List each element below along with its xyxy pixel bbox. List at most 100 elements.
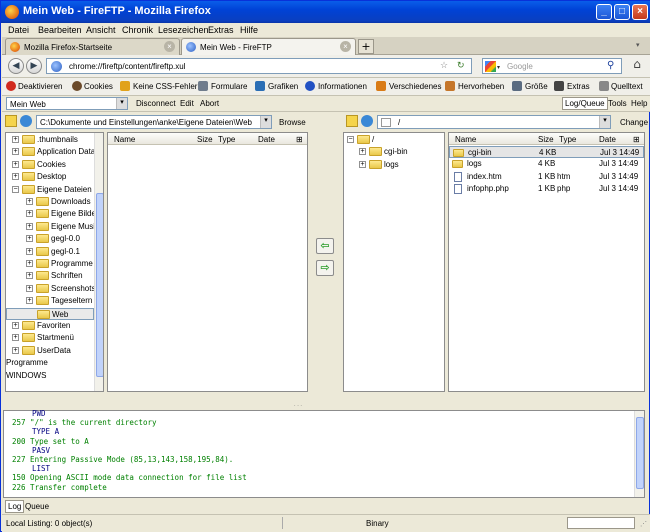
menu-hilfe[interactable]: Hilfe: [240, 25, 258, 35]
tree-item[interactable]: + Eigene Bilder: [6, 208, 99, 220]
col-type[interactable]: Type: [218, 135, 235, 144]
file-row[interactable]: cgi-bin 4 KB Jul 3 14:49: [449, 146, 644, 158]
close-tab-icon[interactable]: ×: [164, 41, 175, 52]
devbar-hervorheben[interactable]: Hervorheben: [458, 82, 504, 91]
devbar-css[interactable]: Keine CSS-Fehler: [133, 82, 197, 91]
tree-item[interactable]: + gegl-0.1: [6, 246, 94, 258]
expand-icon[interactable]: +: [26, 260, 33, 267]
expand-icon[interactable]: +: [359, 160, 366, 168]
tree-item[interactable]: Web: [6, 307, 94, 320]
forward-button[interactable]: ▶: [26, 58, 42, 74]
browse-button[interactable]: Browse: [279, 118, 306, 127]
expand-icon[interactable]: +: [12, 334, 19, 342]
devbar-grafiken[interactable]: Grafiken: [268, 82, 298, 91]
remote-refresh-icon[interactable]: [361, 115, 373, 127]
account-select[interactable]: Mein Web ▾: [6, 97, 128, 110]
tab-fireftp[interactable]: Mein Web - FireFTP ×: [181, 38, 356, 56]
tools-button[interactable]: Tools: [608, 99, 627, 108]
expand-icon[interactable]: +: [26, 222, 33, 230]
tree-item[interactable]: + logs: [344, 159, 444, 171]
maximize-button[interactable]: □: [614, 4, 630, 20]
abort-button[interactable]: Abort: [200, 99, 219, 108]
expand-icon[interactable]: +: [12, 148, 19, 156]
expand-icon[interactable]: +: [26, 198, 33, 205]
col-type[interactable]: Type: [559, 135, 576, 144]
tree-item[interactable]: − Eigene Dateien: [6, 184, 94, 196]
tree-item[interactable]: + Screenshots: [6, 283, 95, 295]
menu-lesezeichen[interactable]: Lesezeichen: [158, 25, 209, 35]
remote-path-input[interactable]: / ▾: [377, 115, 611, 129]
tree-item[interactable]: + Desktop: [6, 171, 94, 183]
expand-icon[interactable]: +: [26, 235, 33, 243]
tree-item[interactable]: + Tageseltern: [6, 295, 94, 307]
splitter-grip[interactable]: · · ·: [288, 403, 308, 409]
local-tree-scrollbar[interactable]: [94, 133, 103, 391]
tree-item[interactable]: + Cookies: [6, 159, 94, 171]
tree-item[interactable]: + cgi-bin: [344, 146, 444, 158]
tab-queue[interactable]: Queue: [23, 501, 51, 512]
expand-icon[interactable]: +: [12, 160, 19, 168]
close-button[interactable]: ×: [632, 4, 648, 20]
file-row[interactable]: infophp.php 1 KB php Jul 3 14:49: [449, 183, 644, 195]
reload-icon[interactable]: ↻: [457, 60, 465, 71]
devbar-formulare[interactable]: Formulare: [211, 82, 247, 91]
remote-file-list[interactable]: Name Size Type Date ⊞ cgi-bin 4 KB Jul 3 1…: [448, 132, 645, 392]
edit-button[interactable]: Edit: [180, 99, 194, 108]
col-name[interactable]: Name: [114, 135, 135, 144]
tree-item[interactable]: + Downloads: [6, 196, 94, 208]
devbar-cookies[interactable]: Cookies: [84, 82, 113, 91]
scroll-thumb[interactable]: [636, 417, 644, 489]
expand-icon[interactable]: +: [12, 136, 19, 143]
tab-log[interactable]: Log: [5, 500, 25, 513]
close-tab-icon[interactable]: ×: [340, 41, 351, 52]
minimize-button[interactable]: _: [596, 4, 612, 20]
column-picker-icon[interactable]: ⊞: [633, 135, 640, 144]
tree-item[interactable]: + UserData: [6, 345, 94, 357]
change-button[interactable]: Change: [620, 118, 648, 127]
log-queue-button[interactable]: Log/Queue: [562, 97, 608, 110]
expand-icon[interactable]: +: [359, 148, 366, 156]
bookmark-star-icon[interactable]: ☆: [440, 60, 448, 71]
local-path-input[interactable]: C:\Dokumente und Einstellungen\anke\Eige…: [36, 115, 272, 129]
expand-icon[interactable]: +: [12, 346, 19, 354]
col-size[interactable]: Size: [197, 135, 213, 144]
remote-folder-tree[interactable]: − / + cgi-bin + logs: [343, 132, 445, 392]
menu-extras[interactable]: Extras: [208, 25, 234, 35]
menu-chronik[interactable]: Chronik: [122, 25, 153, 35]
local-refresh-icon[interactable]: [20, 115, 32, 127]
home-icon[interactable]: ⌂: [628, 57, 646, 75]
tree-item[interactable]: + Favoriten: [6, 320, 94, 332]
tree-item[interactable]: + .thumbnails: [6, 134, 94, 146]
menu-ansicht[interactable]: Ansicht: [86, 25, 116, 35]
tree-item[interactable]: + Programme: [6, 258, 94, 270]
file-row[interactable]: index.htm 1 KB htm Jul 3 14:49: [449, 171, 644, 183]
menu-bearbeiten[interactable]: Bearbeiten: [38, 25, 82, 35]
tree-item[interactable]: WINDOWS: [6, 370, 94, 382]
local-home-icon[interactable]: [5, 115, 17, 127]
tab-list-chevron-down-icon[interactable]: ▾: [636, 41, 640, 49]
tree-item[interactable]: + Eigene Musik: [6, 221, 99, 233]
col-name[interactable]: Name: [455, 135, 476, 144]
column-picker-icon[interactable]: ⊞: [296, 135, 303, 144]
collapse-icon[interactable]: −: [12, 185, 19, 193]
local-file-list[interactable]: Name Size Type Date ⊞: [107, 132, 308, 392]
expand-icon[interactable]: +: [26, 247, 33, 255]
disconnect-button[interactable]: Disconnect: [136, 99, 176, 108]
search-input[interactable]: ▾ Google ⚲: [482, 58, 622, 74]
expand-icon[interactable]: +: [12, 322, 19, 329]
upload-arrow-button[interactable]: ⇨: [316, 260, 334, 276]
expand-icon[interactable]: +: [26, 284, 33, 292]
devbar-extras[interactable]: Extras: [567, 82, 590, 91]
url-bar[interactable]: chrome://fireftp/content/fireftp.xul ☆ ↻: [46, 58, 472, 74]
tree-item[interactable]: Programme: [6, 357, 94, 369]
download-arrow-button[interactable]: ⇦: [316, 238, 334, 254]
scroll-thumb[interactable]: [96, 193, 103, 377]
devbar-quelltext[interactable]: Quelltext: [611, 82, 643, 91]
tree-item[interactable]: + Schriften: [6, 270, 94, 282]
resize-grip-icon[interactable]: ⋰: [640, 520, 647, 528]
file-row[interactable]: logs 4 KB Jul 3 14:49: [449, 158, 644, 170]
new-tab-button[interactable]: +: [358, 39, 374, 54]
log-scrollbar[interactable]: [634, 411, 644, 497]
help-button[interactable]: Help: [631, 99, 647, 108]
remote-home-icon[interactable]: [346, 115, 358, 127]
